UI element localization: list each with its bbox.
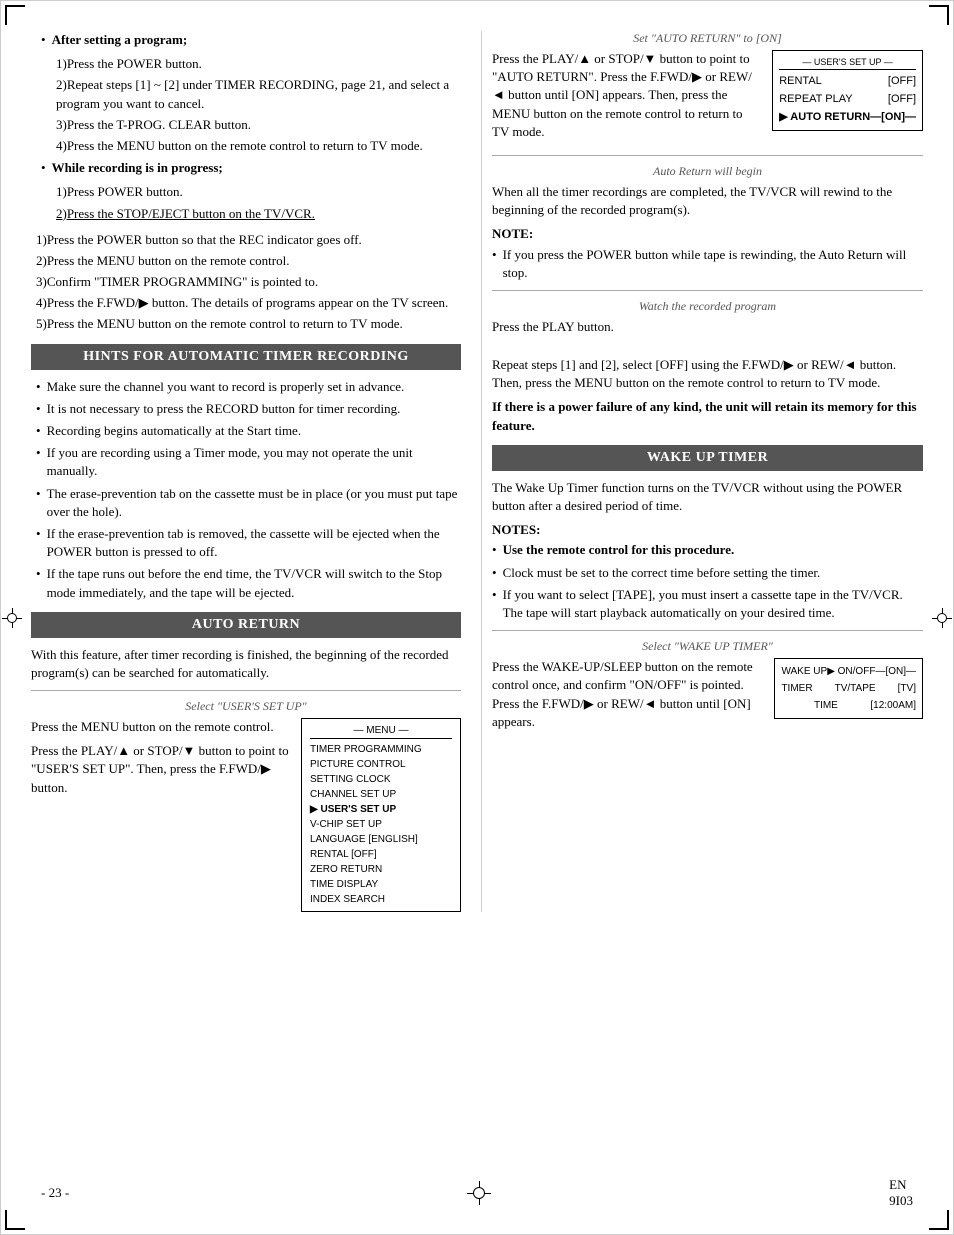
set-auto-return-subheading: Set "AUTO RETURN" to [ON] — [492, 31, 923, 46]
wake-up-note-2: • If you want to select [TAPE], you must… — [492, 586, 923, 622]
after-setting-steps: 1)Press the POWER button. 2)Repeat steps… — [51, 55, 461, 155]
main-steps: 1)Press the POWER button so that the REC… — [31, 231, 461, 334]
hint-7: • If the tape runs out before the end ti… — [36, 565, 461, 601]
wakeup-row-1: TIMER TV/TAPE [TV] — [781, 680, 916, 697]
select-wakeup-subheading: Select "WAKE UP TIMER" — [492, 639, 923, 654]
while-step-1: 1)Press POWER button. — [51, 183, 461, 201]
after-setting-heading: After setting a program; — [52, 31, 188, 49]
page-bottom: - 23 - EN 9I03 — [1, 1177, 953, 1209]
power-failure-text: If there is a power failure of any kind,… — [492, 398, 923, 434]
hints-list: • Make sure the channel you want to reco… — [31, 378, 461, 602]
select-users-section: — MENU — TIMER PROGRAMMING PICTURE CONTR… — [31, 718, 461, 912]
select-wakeup-content: WAKE UP ▶ ON/OFF —[ON]— TIMER TV/TAPE [T… — [492, 658, 923, 737]
wake-up-notes: • Use the remote control for this proced… — [492, 541, 923, 622]
while-step-2-text: 2)Press the STOP/EJECT button on the TV/… — [56, 206, 315, 221]
menu-title: — MENU — — [310, 723, 452, 739]
divider-4 — [492, 630, 923, 631]
menu-item-3: CHANNEL SET UP — [310, 787, 452, 802]
divider-2 — [492, 155, 923, 156]
wakeup-box-content: WAKE UP ▶ ON/OFF —[ON]— TIMER TV/TAPE [T… — [781, 663, 916, 714]
wake-up-note-0: • Use the remote control for this proced… — [492, 541, 923, 559]
menu-item-5: V-CHIP SET UP — [310, 817, 452, 832]
watch-program-subheading: Watch the recorded program — [492, 299, 923, 314]
menu-item-1: PICTURE CONTROL — [310, 757, 452, 772]
left-column: • After setting a program; 1)Press the P… — [31, 31, 481, 912]
watch-program-section: Watch the recorded program Press the PLA… — [492, 299, 923, 336]
wakeup-row-2: TIME [12:00AM] — [781, 697, 916, 714]
hint-3: • Recording begins automatically at the … — [36, 422, 461, 440]
watch-program-text: Press the PLAY button. — [492, 318, 923, 336]
wake-up-note-1: • Clock must be set to the correct time … — [492, 564, 923, 582]
main-step-5: 5)Press the MENU button on the remote co… — [31, 315, 461, 333]
select-users-subheading: Select "USER'S SET UP" — [31, 699, 461, 714]
divider-1 — [31, 690, 461, 691]
menu-item-8: ZERO RETURN — [310, 862, 452, 877]
users-set-row-0: RENTAL [OFF] — [779, 73, 916, 91]
wakeup-row-0: WAKE UP ▶ ON/OFF —[ON]— — [781, 663, 916, 680]
users-set-display-box: — USER'S SET UP — RENTAL [OFF] REPEAT PL… — [772, 50, 923, 131]
auto-return-header: AUTO RETURN — [31, 612, 461, 638]
bullet-sym-2: • — [41, 159, 46, 177]
menu-item-0: TIMER PROGRAMMING — [310, 742, 452, 757]
page-number: - 23 - — [41, 1185, 69, 1201]
users-set-row-2: ▶ AUTO RETURN —[ON]— — [779, 109, 916, 127]
after-setting-section: • After setting a program; 1)Press the P… — [31, 31, 461, 155]
main-step-1: 1)Press the POWER button so that the REC… — [31, 231, 461, 249]
hint-1: • Make sure the channel you want to reco… — [36, 378, 461, 396]
hint-4: • If you are recording using a Timer mod… — [36, 444, 461, 480]
auto-return-desc: With this feature, after timer recording… — [31, 646, 461, 682]
main-step-3: 3)Confirm "TIMER PROGRAMMING" is pointed… — [31, 273, 461, 291]
menu-item-2: SETTING CLOCK — [310, 772, 452, 787]
while-recording-section: • While recording is in progress; 1)Pres… — [31, 159, 461, 223]
after-step-1: 1)Press the POWER button. — [51, 55, 461, 73]
main-step-4: 4)Press the F.FWD/▶ button. The details … — [31, 294, 461, 312]
hint-6: • If the erase-prevention tab is removed… — [36, 525, 461, 561]
after-step-2: 2)Repeat steps [1] ~ [2] under TIMER REC… — [51, 76, 461, 112]
menu-item-7: RENTAL [OFF] — [310, 847, 452, 862]
set-auto-return-section: Set "AUTO RETURN" to [ON] — USER'S SET U… — [492, 31, 923, 147]
notes-label: NOTES: — [492, 521, 923, 539]
users-set-row-1: REPEAT PLAY [OFF] — [779, 91, 916, 109]
menu-item-6: LANGUAGE [ENGLISH] — [310, 832, 452, 847]
after-step-3: 3)Press the T-PROG. CLEAR button. — [51, 116, 461, 134]
bullet-sym: • — [41, 31, 46, 49]
hint-5: • The erase-prevention tab on the casset… — [36, 485, 461, 521]
hint-2: • It is not necessary to press the RECOR… — [36, 400, 461, 418]
menu-display-box: — MENU — TIMER PROGRAMMING PICTURE CONTR… — [301, 718, 461, 912]
bullet-while-recording: • While recording is in progress; — [41, 159, 461, 177]
set-auto-return-content: — USER'S SET UP — RENTAL [OFF] REPEAT PL… — [492, 50, 923, 147]
wakeup-display-box: WAKE UP ▶ ON/OFF —[ON]— TIMER TV/TAPE [T… — [774, 658, 923, 719]
wake-up-header: WAKE UP TIMER — [492, 445, 923, 471]
page-code: EN 9I03 — [889, 1177, 913, 1209]
users-set-title: — USER'S SET UP — — [779, 55, 916, 70]
main-step-2: 2)Press the MENU button on the remote co… — [31, 252, 461, 270]
wake-up-desc: The Wake Up Timer function turns on the … — [492, 479, 923, 515]
while-recording-steps: 1)Press POWER button. 2)Press the STOP/E… — [51, 183, 461, 222]
note-label: NOTE: — [492, 225, 923, 243]
right-column: Set "AUTO RETURN" to [ON] — USER'S SET U… — [481, 31, 923, 912]
repeat-text: Repeat steps [1] and [2], select [OFF] u… — [492, 356, 923, 392]
after-step-4: 4)Press the MENU button on the remote co… — [51, 137, 461, 155]
while-step-2: 2)Press the STOP/EJECT button on the TV/… — [51, 205, 461, 223]
auto-return-begin-text: When all the timer recordings are comple… — [492, 183, 923, 219]
note-item: • If you press the POWER button while ta… — [492, 246, 923, 282]
menu-item-4: ▶ USER'S SET UP — [310, 802, 452, 817]
hints-header: HINTS FOR AUTOMATIC TIMER RECORDING — [31, 344, 461, 370]
auto-return-begin-subheading: Auto Return will begin — [492, 164, 923, 179]
menu-item-9: TIME DISPLAY — [310, 877, 452, 892]
menu-item-10: INDEX SEARCH — [310, 892, 452, 907]
menu-items: TIMER PROGRAMMING PICTURE CONTROL SETTIN… — [310, 742, 452, 907]
select-wakeup-section: Select "WAKE UP TIMER" WAKE UP ▶ ON/OFF … — [492, 639, 923, 737]
while-recording-heading: While recording is in progress; — [52, 159, 223, 177]
bullet-after-setting: • After setting a program; — [41, 31, 461, 49]
repeat-section: Repeat steps [1] and [2], select [OFF] u… — [492, 356, 923, 435]
divider-3 — [492, 290, 923, 291]
auto-return-begin-section: Auto Return will begin When all the time… — [492, 164, 923, 282]
bottom-crosshair — [467, 1181, 491, 1205]
